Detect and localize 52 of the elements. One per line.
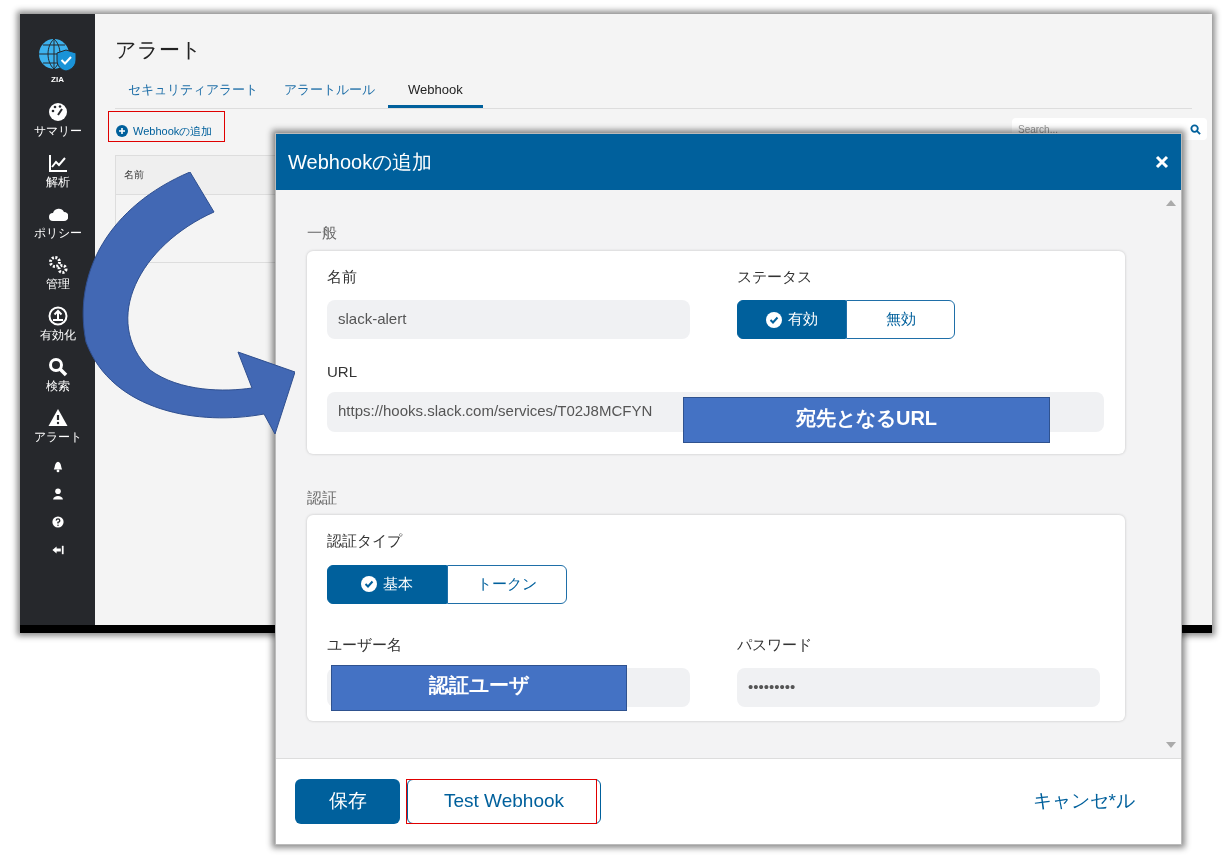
search-icon bbox=[1190, 123, 1201, 135]
sidebar-item[interactable]: 管理 bbox=[45, 255, 70, 290]
sidebar-item[interactable]: アラート bbox=[33, 408, 82, 443]
dialog-title: Webhookの追加 bbox=[288, 150, 433, 175]
save-button[interactable]: 保存 bbox=[295, 779, 400, 824]
close-icon[interactable] bbox=[1155, 155, 1169, 169]
upload-icon bbox=[47, 306, 68, 326]
sidebar-item[interactable]: 検索 bbox=[45, 357, 70, 392]
sidebar-item[interactable]: 解析 bbox=[45, 153, 70, 188]
callout-tooltip: 認証ユーザ bbox=[331, 665, 627, 711]
section-heading: 一般 bbox=[307, 223, 338, 243]
gears-icon bbox=[47, 255, 68, 275]
check-circle-icon bbox=[361, 576, 377, 592]
field-label: ユーザー名 bbox=[327, 634, 403, 655]
line-chart-icon bbox=[47, 153, 68, 173]
test-webhook-button[interactable]: Test Webhook bbox=[407, 779, 601, 824]
name-field[interactable]: slack-alert bbox=[327, 300, 690, 339]
segment-option[interactable]: トークン bbox=[447, 564, 567, 604]
tab[interactable]: アラートルール bbox=[271, 79, 388, 108]
sidebar-icon-button[interactable] bbox=[50, 487, 65, 501]
field-label: 名前 bbox=[327, 266, 358, 287]
logo-label: ZIA bbox=[51, 74, 64, 86]
password-field[interactable]: ••••••••• bbox=[737, 668, 1100, 707]
plus-circle-icon bbox=[116, 125, 128, 138]
segment-option[interactable]: 基本 bbox=[327, 564, 447, 604]
user-icon bbox=[50, 487, 65, 501]
sidebar-item[interactable]: 有効化 bbox=[39, 306, 76, 341]
field-label: 認証タイプ bbox=[327, 531, 404, 551]
cancel-link[interactable]: キャンセ*ル bbox=[1032, 787, 1135, 816]
section-heading: 認証 bbox=[307, 487, 338, 508]
gauge-icon bbox=[47, 102, 68, 122]
field-label: ステータス bbox=[737, 266, 813, 287]
sidebar-icon-button[interactable] bbox=[50, 543, 65, 557]
callout-tooltip: 宛先となるURL bbox=[683, 397, 1050, 443]
globe-shield-logo bbox=[37, 38, 78, 72]
warning-icon bbox=[47, 408, 68, 428]
segment-option[interactable]: 無効 bbox=[846, 300, 955, 339]
tab[interactable]: セキュリティアラート bbox=[115, 79, 271, 108]
sidebar-item[interactable]: ポリシー bbox=[33, 204, 82, 239]
check-circle-icon bbox=[765, 311, 782, 328]
column-header: 名前 bbox=[124, 168, 144, 182]
segment-option[interactable]: 有効 bbox=[737, 300, 846, 339]
field-label: パスワード bbox=[737, 634, 813, 655]
add-webhook-button[interactable]: Webhookの追加 bbox=[115, 123, 214, 140]
field-label: URL bbox=[327, 362, 358, 382]
page-title: アラート bbox=[115, 37, 203, 63]
sidebar-icon-button[interactable] bbox=[50, 515, 65, 529]
help-icon bbox=[50, 515, 65, 529]
sidebar-item[interactable]: サマリー bbox=[33, 102, 82, 137]
search-icon bbox=[47, 357, 68, 377]
tab[interactable]: Webhook bbox=[388, 79, 483, 108]
collapse-icon bbox=[50, 543, 65, 557]
